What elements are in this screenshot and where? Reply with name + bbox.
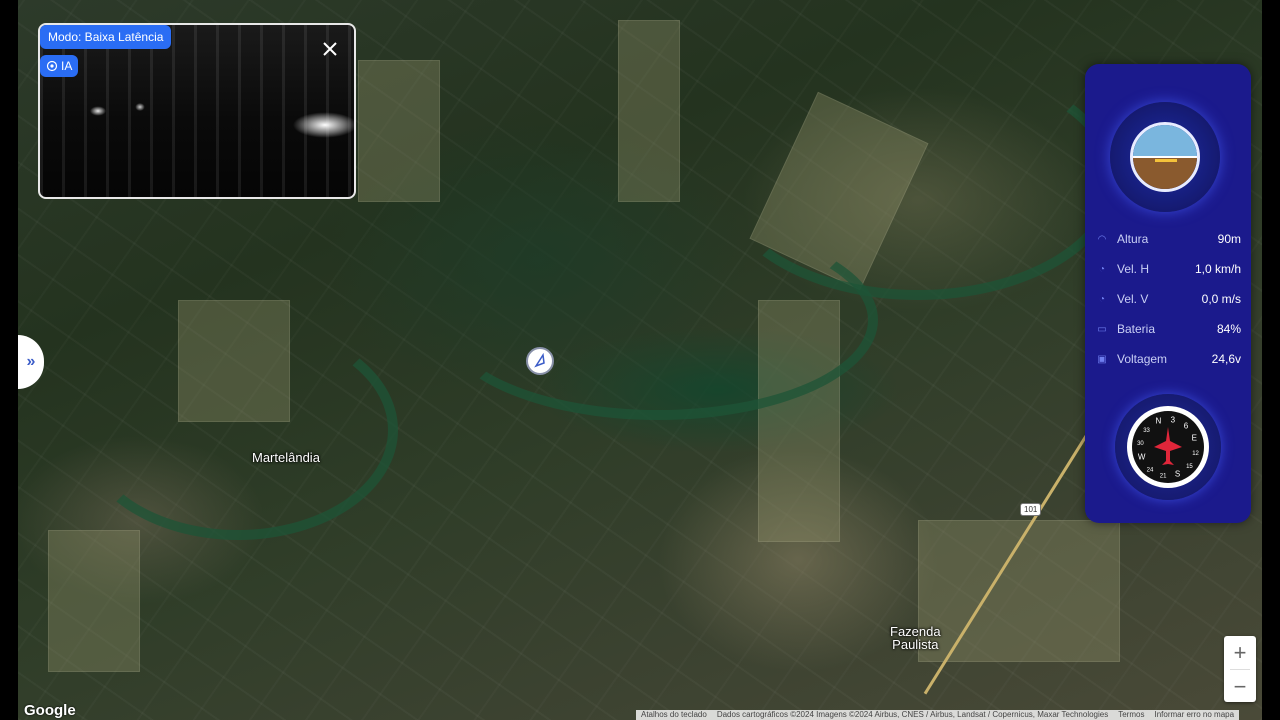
map-field (48, 530, 140, 672)
telemetry-value: 84% (1216, 322, 1241, 336)
speedometer-icon: ◔ (1098, 263, 1106, 275)
attitude-indicator (1110, 102, 1220, 212)
telemetry-row-vel-v: ◔ Vel. V 0,0 m/s (1095, 284, 1241, 314)
keyboard-shortcuts-link[interactable]: Atalhos do teclado (636, 710, 712, 720)
telemetry-label: Voltagem (1117, 352, 1168, 366)
compass-label: W (1138, 453, 1146, 462)
close-icon (323, 42, 337, 56)
horizon-sky (1133, 125, 1197, 157)
map-data-attribution: Dados cartográficos ©2024 Imagens ©2024 … (716, 710, 1109, 719)
map-field (618, 20, 680, 202)
place-label-fazenda-paulista: Fazenda Paulista (890, 624, 941, 652)
map-river (78, 320, 398, 540)
zoom-out-button[interactable]: − (1224, 670, 1256, 703)
terms-link[interactable]: Termos (1113, 710, 1149, 720)
attitude-indicator-icon (1130, 122, 1200, 192)
report-error-link[interactable]: Informar erro no mapa (1149, 710, 1239, 720)
zoom-in-button[interactable]: + (1224, 636, 1256, 669)
altitude-icon: ◠ (1097, 233, 1107, 245)
horizon-line (1133, 155, 1197, 158)
telemetry-value: 90m (1217, 232, 1241, 246)
compass-label: N (1156, 417, 1162, 426)
ia-label: IA (61, 59, 73, 73)
ia-button[interactable]: IA (40, 55, 79, 77)
google-logo: Google (24, 702, 76, 719)
video-feed[interactable] (38, 23, 356, 199)
compass-dial: N 3 6 E 12 15 S 21 24 W 30 33 (1132, 411, 1204, 483)
compass-label: 33 (1143, 428, 1150, 434)
drone-position-marker[interactable] (526, 347, 554, 375)
telemetry-row-voltagem: ▣ Voltagem 24,6v (1095, 344, 1241, 374)
aircraft-wing-symbol (1155, 159, 1177, 162)
ai-icon (46, 60, 58, 72)
telemetry-row-altura: ◠ Altura 90m (1095, 224, 1241, 254)
compass: N 3 6 E 12 15 S 21 24 W 30 33 (1115, 394, 1221, 500)
double-chevron-right-icon: » (26, 353, 36, 370)
map-field (358, 60, 440, 202)
compass-label: E (1192, 433, 1197, 442)
place-label-martelandia: Martelândia (252, 450, 320, 465)
compass-label: 21 (1160, 474, 1167, 480)
compass-rose: N 36E 12 15 S 21 24W 30 33 (1137, 415, 1199, 480)
navigation-arrow-icon (534, 353, 545, 368)
telemetry-list: ◠ Altura 90m ◔ Vel. H 1,0 km/h ◔ Vel. V … (1095, 224, 1241, 374)
speedometer-icon: ◔ (1098, 293, 1106, 305)
map-river (718, 60, 1118, 300)
right-frame (1262, 0, 1280, 720)
telemetry-value: 24,6v (1211, 352, 1241, 366)
compass-label: 15 (1186, 464, 1193, 470)
zoom-control: + − (1224, 636, 1256, 702)
left-frame (0, 0, 18, 720)
telemetry-label: Vel. H (1117, 262, 1150, 276)
aircraft-heading-icon (1154, 427, 1182, 465)
telemetry-label: Altura (1117, 232, 1149, 246)
telemetry-value: 0,0 m/s (1201, 292, 1241, 306)
close-video-button[interactable] (320, 40, 340, 60)
telemetry-panel: ◠ Altura 90m ◔ Vel. H 1,0 km/h ◔ Vel. V … (1085, 64, 1251, 523)
telemetry-label: Vel. V (1117, 292, 1149, 306)
compass-label: S (1175, 469, 1180, 478)
compass-label: 12 (1192, 451, 1199, 457)
compass-label: 24 (1147, 467, 1154, 473)
telemetry-value: 1,0 km/h (1194, 262, 1241, 276)
road-shield: 101 (1020, 503, 1042, 516)
telemetry-row-bateria: ▭ Bateria 84% (1095, 314, 1241, 344)
telemetry-row-vel-h: ◔ Vel. H 1,0 km/h (1095, 254, 1241, 284)
map-attribution: Atalhos do teclado Dados cartográficos ©… (636, 710, 1240, 720)
compass-icon: N 3 6 E 12 15 S 21 24 W 30 33 (1127, 406, 1209, 488)
compass-label: 3 (1171, 415, 1176, 424)
telemetry-label: Bateria (1117, 322, 1156, 336)
mode-badge[interactable]: Modo: Baixa Latência (40, 25, 172, 49)
battery-icon: ▭ (1097, 323, 1107, 335)
compass-label: 6 (1184, 422, 1189, 431)
compass-label: 30 (1137, 441, 1144, 447)
voltage-icon: ▣ (1097, 353, 1107, 365)
